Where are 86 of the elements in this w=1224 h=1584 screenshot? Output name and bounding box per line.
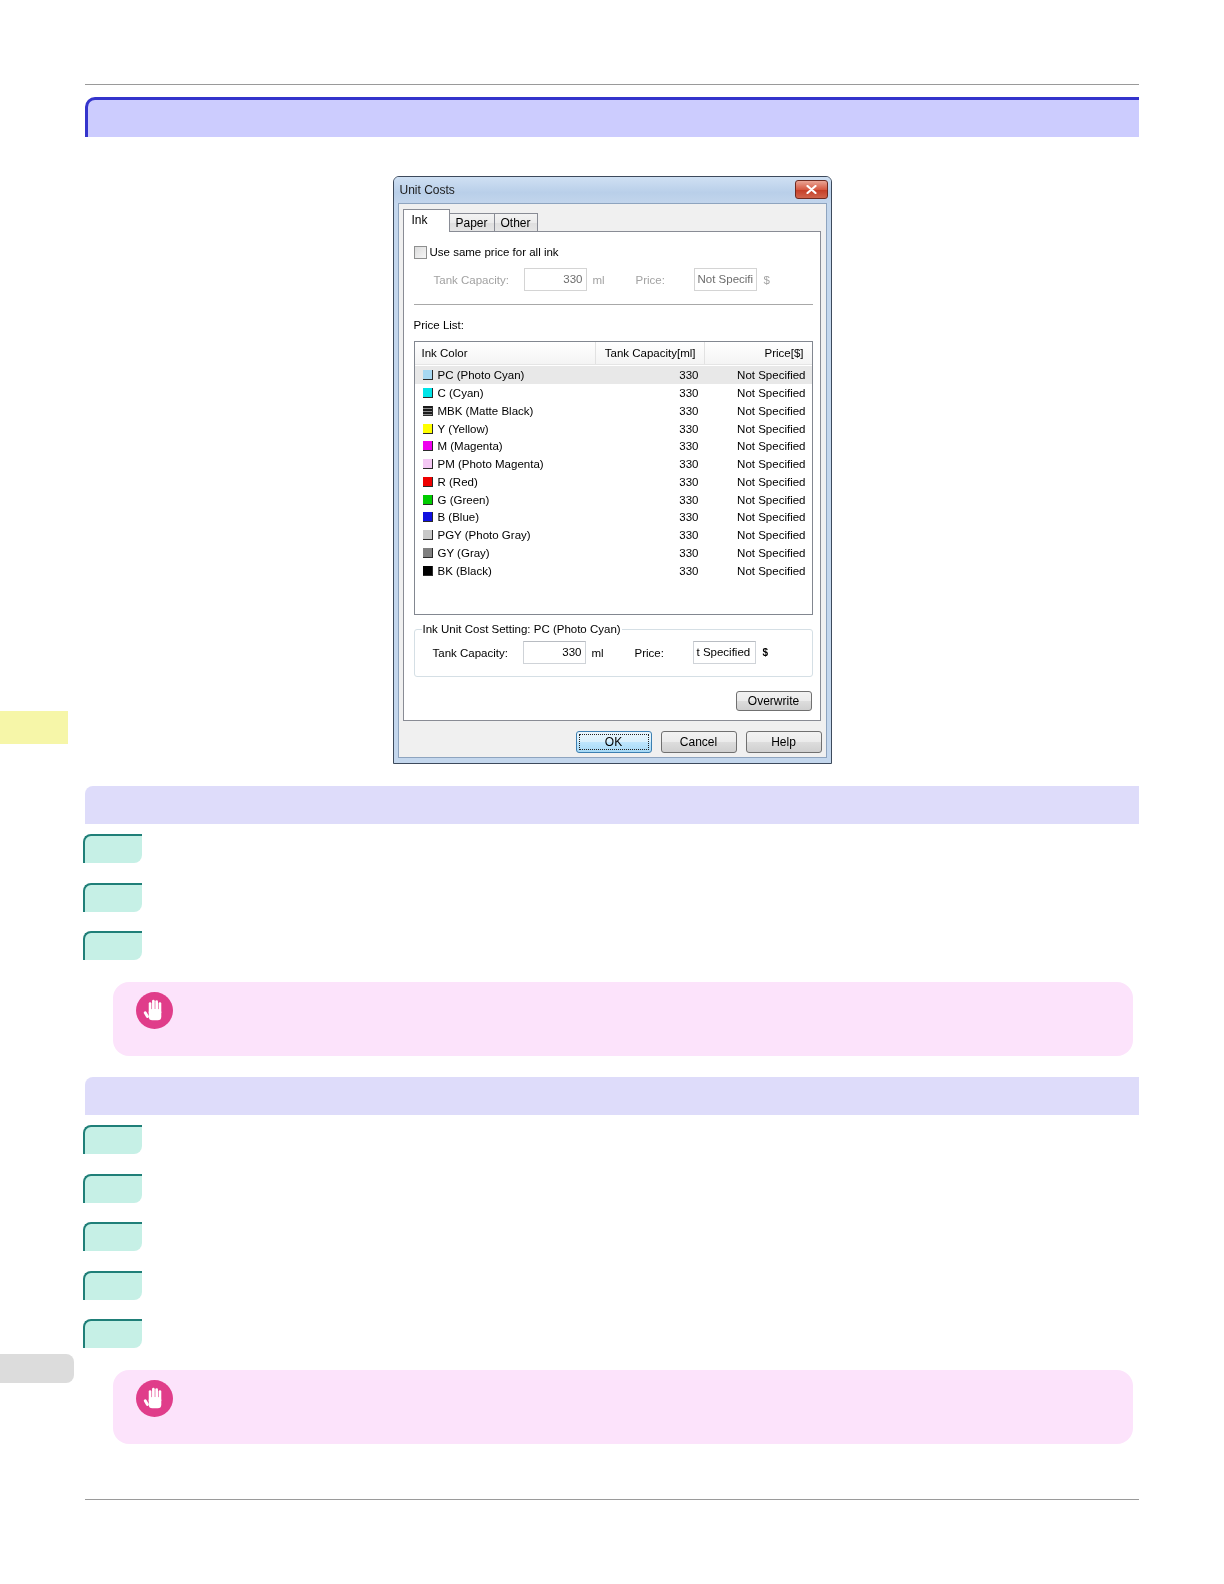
table-cell-text: Not Specified	[736, 493, 806, 506]
list-row[interactable]: GY (Gray) 330 Not Specified	[414, 544, 812, 562]
table-cell-text: MBK (Matte Black)	[437, 404, 535, 417]
checkbox[interactable]	[413, 245, 427, 259]
list-row[interactable]: C (Cyan) 330 Not Specified	[414, 384, 812, 402]
table-cell-text: 330	[678, 475, 699, 488]
field-label: Tank Capacity:	[433, 273, 510, 286]
table-cell-text: Not Specified	[736, 458, 806, 471]
table-cell-text: Not Specified	[736, 547, 806, 560]
column-header[interactable]: Price[$]	[704, 342, 812, 365]
step-marker	[83, 882, 142, 912]
dialog-button[interactable]: OK	[575, 731, 652, 753]
tab[interactable]: Paper	[449, 213, 495, 231]
margin-block	[0, 711, 68, 744]
table-cell-text: BK (Black)	[437, 564, 493, 577]
field-label: Tank Capacity:	[432, 646, 509, 659]
table-cell-text: 330	[678, 547, 699, 560]
hand-icon	[136, 992, 173, 1029]
input-field[interactable]: t Specified	[692, 641, 756, 665]
step-marker	[83, 1173, 142, 1203]
table-cell-text: Not Specified	[736, 475, 806, 488]
table-cell-text: PC (Photo Cyan)	[437, 369, 526, 382]
column-header[interactable]: Ink Color	[414, 342, 596, 365]
table-cell-text: 330	[678, 511, 699, 524]
table-cell-text: 330	[678, 404, 699, 417]
input-field[interactable]: 330	[522, 641, 586, 665]
table-cell-text: Not Specified	[736, 422, 806, 435]
close-button[interactable]	[794, 179, 828, 199]
list-row[interactable]: R (Red) 330 Not Specified	[414, 473, 812, 491]
list-row[interactable]: PGY (Photo Gray) 330 Not Specified	[414, 526, 812, 545]
table-cell-text: 330	[678, 369, 699, 382]
table-cell-text: 330	[678, 440, 699, 453]
tab[interactable]: Ink	[402, 209, 450, 232]
table-cell-text: Not Specified	[736, 564, 806, 577]
unit-label: ml	[591, 646, 605, 659]
group-label: Ink Unit Cost Setting: PC (Photo Cyan)	[421, 622, 622, 637]
step-marker	[83, 1125, 142, 1154]
table-cell-text: B (Blue)	[437, 511, 481, 524]
list-row[interactable]: PM (Photo Magenta) 330 Not Specified	[414, 455, 812, 473]
table-cell-text: Not Specified	[736, 511, 806, 524]
table-cell-text: 330	[678, 564, 699, 577]
table-cell-text: 330	[678, 529, 699, 542]
window-title: Unit Costs	[399, 183, 455, 197]
table-cell-text: Not Specified	[736, 440, 806, 453]
table-cell-text: 330	[678, 493, 699, 506]
table-cell-text: PGY (Photo Gray)	[437, 529, 532, 542]
table-cell-text: Y (Yellow)	[437, 422, 490, 435]
overwrite-button[interactable]: Overwrite	[735, 691, 812, 711]
step-marker	[83, 931, 142, 960]
unit-label: $	[763, 273, 770, 286]
step-marker	[83, 1319, 142, 1348]
table-cell-text: R (Red)	[437, 475, 479, 488]
close-icon	[805, 184, 817, 194]
table-cell-text: Not Specified	[736, 369, 806, 382]
dialog-button[interactable]: Help	[745, 731, 822, 753]
price-list-label: Price List:	[413, 318, 465, 333]
step-marker	[83, 834, 142, 863]
table-cell-text: M (Magenta)	[437, 440, 504, 453]
column-header[interactable]: Tank Capacity[ml]	[595, 342, 705, 365]
list-row[interactable]: M (Magenta) 330 Not Specified	[414, 437, 812, 456]
list-row[interactable]: MBK (Matte Black) 330 Not Specified	[414, 401, 812, 420]
table-cell-text: Not Specified	[736, 529, 806, 542]
tab[interactable]: Other	[494, 213, 538, 231]
list-row[interactable]: G (Green) 330 Not Specified	[414, 490, 812, 509]
table-cell-text: Not Specified	[736, 404, 806, 417]
list-row[interactable]: PC (Photo Cyan) 330 Not Specified	[414, 366, 812, 384]
table-cell-text: G (Green)	[437, 493, 491, 506]
hand-icon	[136, 1380, 173, 1417]
list-row[interactable]: BK (Black) 330 Not Specified	[414, 562, 812, 580]
table-cell-text: 330	[678, 386, 699, 399]
step-marker	[83, 1270, 142, 1300]
unit-label: $	[762, 647, 769, 659]
dialog-button[interactable]: Cancel	[660, 731, 737, 753]
table-cell-text: C (Cyan)	[437, 386, 485, 399]
table-cell-text: 330	[678, 422, 699, 435]
table-cell-text: GY (Gray)	[437, 547, 491, 560]
list-row[interactable]: Y (Yellow) 330 Not Specified	[414, 419, 812, 438]
step-marker	[83, 1222, 142, 1251]
unit-label: ml	[592, 273, 606, 286]
field-label: Price:	[635, 273, 666, 286]
table-cell-text: PM (Photo Magenta)	[437, 458, 545, 471]
list-row[interactable]: B (Blue) 330 Not Specified	[414, 508, 812, 527]
table-cell-text: 330	[678, 458, 699, 471]
checkbox-label[interactable]: Use same price for all ink	[429, 246, 559, 259]
table-cell-text: Not Specified	[736, 386, 806, 399]
field-label: Price:	[634, 646, 665, 659]
